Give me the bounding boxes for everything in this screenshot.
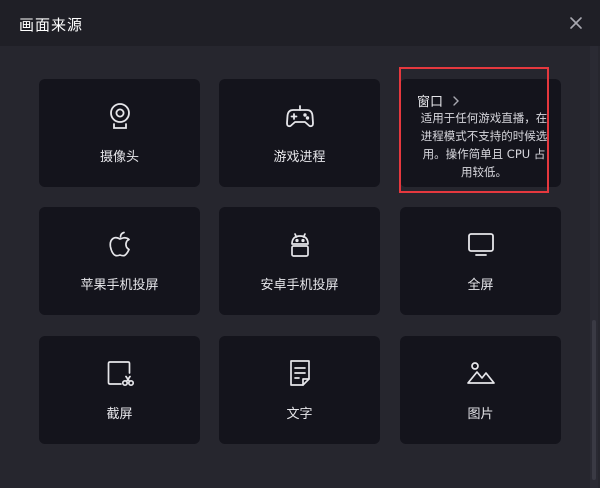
scrollbar-thumb[interactable] (592, 320, 596, 480)
dialog-titlebar: 画面来源 (0, 0, 600, 46)
source-tile-label: 游戏进程 (273, 150, 326, 165)
source-tile-game[interactable]: 游戏进程 (219, 79, 380, 187)
source-tile-label: 摄像头 (99, 150, 139, 165)
apple-icon (105, 229, 135, 259)
camera-icon (105, 101, 135, 131)
source-tile-label: 苹果手机投屏 (80, 278, 159, 293)
source-tile-fullscreen[interactable]: 全屏 (400, 207, 561, 315)
source-tile-image[interactable]: 图片 (400, 336, 561, 444)
source-tile-apple[interactable]: 苹果手机投屏 (39, 207, 200, 315)
source-tile-label: 截屏 (106, 407, 133, 422)
source-tile-label: 图片 (467, 407, 494, 422)
gamepad-icon (285, 101, 315, 131)
close-icon (570, 17, 582, 29)
screen-source-dialog: 画面来源 摄像头 游戏进程 窗口 适用于任何游戏直播，在进程模式不支持的时候选用… (0, 0, 600, 488)
source-tile-label: 全屏 (467, 278, 494, 293)
android-icon (285, 229, 315, 259)
monitor-icon (466, 229, 496, 259)
document-text-icon (285, 358, 315, 388)
close-button[interactable] (568, 15, 584, 31)
source-tile-text[interactable]: 文字 (219, 336, 380, 444)
source-tile-camera[interactable]: 摄像头 (39, 79, 200, 187)
crop-screenshot-icon (105, 358, 135, 388)
source-tile-android[interactable]: 安卓手机投屏 (219, 207, 380, 315)
source-tile-label: 文字 (286, 407, 313, 422)
dialog-title: 画面来源 (19, 16, 84, 34)
chevron-right-icon (451, 92, 461, 106)
window-tile-title: 窗口 (417, 95, 444, 110)
source-tile-window[interactable]: 窗口 适用于任何游戏直播，在进程模式不支持的时候选用。操作简单且 CPU 占用较… (400, 79, 561, 187)
source-tile-screenshot[interactable]: 截屏 (39, 336, 200, 444)
window-tile-description: 适用于任何游戏直播，在进程模式不支持的时候选用。操作简单且 CPU 占用较低。 (420, 111, 548, 179)
source-tile-label: 安卓手机投屏 (260, 278, 339, 293)
image-icon (466, 358, 496, 388)
